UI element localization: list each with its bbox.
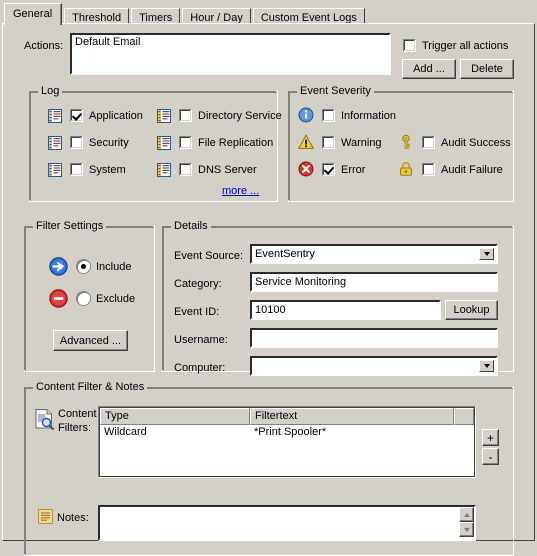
event-log-icon [48,109,62,126]
actions-list[interactable]: Default Email [70,33,391,75]
username-label: Username: [174,334,228,346]
trigger-all-actions-checkbox[interactable] [403,39,416,52]
chevron-down-icon[interactable] [479,360,494,372]
log-security-checkbox[interactable] [70,136,83,149]
chevron-down-icon[interactable] [479,248,494,260]
severity-audit-success-checkbox[interactable] [422,136,435,149]
content-filter-notes-group-title: Content Filter & Notes [33,381,148,393]
notes-icon [38,509,53,527]
severity-audit-success-label: Audit Success [441,137,511,149]
delete-action-button[interactable]: Delete [460,59,514,79]
event-id-input[interactable]: 10100 [250,300,441,320]
actions-list-item: Default Email [75,36,141,48]
severity-audit-failure-checkbox[interactable] [422,163,435,176]
log-file-replication-label: File Replication [198,137,274,149]
event-log-icon [48,163,62,180]
column-header-filtertext[interactable]: Filtertext [250,408,454,425]
filter-include-label: Include [96,261,132,273]
cell-filtertext: *Print Spooler* [254,426,327,438]
event-id-value: 10100 [255,304,286,316]
log-group: Log Application Security System Director… [29,85,282,202]
event-severity-group-title: Event Severity [297,85,374,97]
add-content-filter-button[interactable]: + [482,429,499,446]
tab-strip: General Threshold Timers Hour / Day Cust… [4,3,367,27]
content-filters-list[interactable]: Type Filtertext Wildcard *Print Spooler* [98,406,476,478]
computer-combobox[interactable] [250,356,498,376]
notes-input[interactable] [98,505,476,541]
content-filters-header: Type Filtertext [100,408,474,425]
content-filters-label-line2: Filters: [58,422,91,434]
event-log-icon [48,136,62,153]
add-action-button[interactable]: Add ... [402,59,456,79]
document-search-icon [33,408,55,433]
username-input[interactable] [250,328,498,348]
event-source-label: Event Source: [174,250,244,262]
content-filters-label-line1: Content [58,408,97,420]
log-application-checkbox[interactable] [70,109,83,122]
table-row[interactable]: Wildcard *Print Spooler* [100,425,474,440]
event-log-icon [157,136,171,153]
log-dns-server-checkbox[interactable] [179,163,192,176]
column-header-extra[interactable] [454,408,474,425]
severity-warning-label: Warning [341,137,382,149]
severity-information-checkbox[interactable] [322,109,335,122]
event-source-value: EventSentry [255,248,315,260]
log-directory-service-checkbox[interactable] [179,109,192,122]
lookup-button[interactable]: Lookup [445,300,498,320]
tab-page-general: Actions: Default Email Trigger all actio… [2,23,535,556]
event-id-label: Event ID: [174,306,220,318]
content-filter-notes-group: Content Filter & Notes Content Filters: [24,381,514,556]
cell-type: Wildcard [104,426,147,438]
trigger-all-actions-label: Trigger all actions [422,40,509,52]
error-icon [298,161,314,180]
warning-icon [298,134,314,153]
severity-information-label: Information [341,110,397,122]
log-group-title: Log [38,85,63,97]
log-more-link[interactable]: more ... [222,185,259,197]
column-header-type[interactable]: Type [100,408,250,425]
computer-label: Computer: [174,362,226,374]
filter-exclude-radio[interactable] [77,292,90,305]
filter-settings-group: Filter Settings Include Exclude Advanced… [24,220,155,372]
log-security-label: Security [89,137,129,149]
severity-error-label: Error [341,164,366,176]
remove-content-filter-button[interactable]: - [482,448,499,465]
severity-audit-failure-label: Audit Failure [441,164,503,176]
log-application-label: Application [89,110,143,122]
advanced-button[interactable]: Advanced ... [53,330,128,351]
details-group: Details Event Source: EventSentry Catego… [162,220,514,376]
severity-warning-checkbox[interactable] [322,136,335,149]
notes-label: Notes: [57,512,89,524]
category-input[interactable]: Service Monitoring [250,272,498,292]
log-dns-server-label: DNS Server [198,164,257,176]
filter-include-radio[interactable] [77,260,90,273]
red-minus-icon [49,289,68,311]
key-icon [398,134,414,153]
event-severity-group: Event Severity Information Warning Error… [288,85,514,202]
details-group-title: Details [171,220,211,232]
event-source-combobox[interactable]: EventSentry [250,244,498,264]
category-value: Service Monitoring [255,276,347,288]
event-log-icon [157,109,171,126]
log-system-checkbox[interactable] [70,163,83,176]
event-log-icon [157,163,171,180]
filter-settings-group-title: Filter Settings [33,220,107,232]
actions-label: Actions: [24,40,64,52]
log-directory-service-label: Directory Service [198,110,282,122]
filter-exclude-label: Exclude [96,293,136,305]
information-icon [298,107,314,126]
blue-arrow-icon [49,257,68,279]
notes-scroll-down-button[interactable] [459,522,474,537]
log-file-replication-checkbox[interactable] [179,136,192,149]
category-label: Category: [174,278,222,290]
tab-label: General [13,8,53,20]
log-system-label: System [89,164,126,176]
tab-general[interactable]: General [4,3,63,25]
lock-icon [398,161,414,180]
notes-scroll-up-button[interactable] [459,507,474,522]
severity-error-checkbox[interactable] [322,163,335,176]
